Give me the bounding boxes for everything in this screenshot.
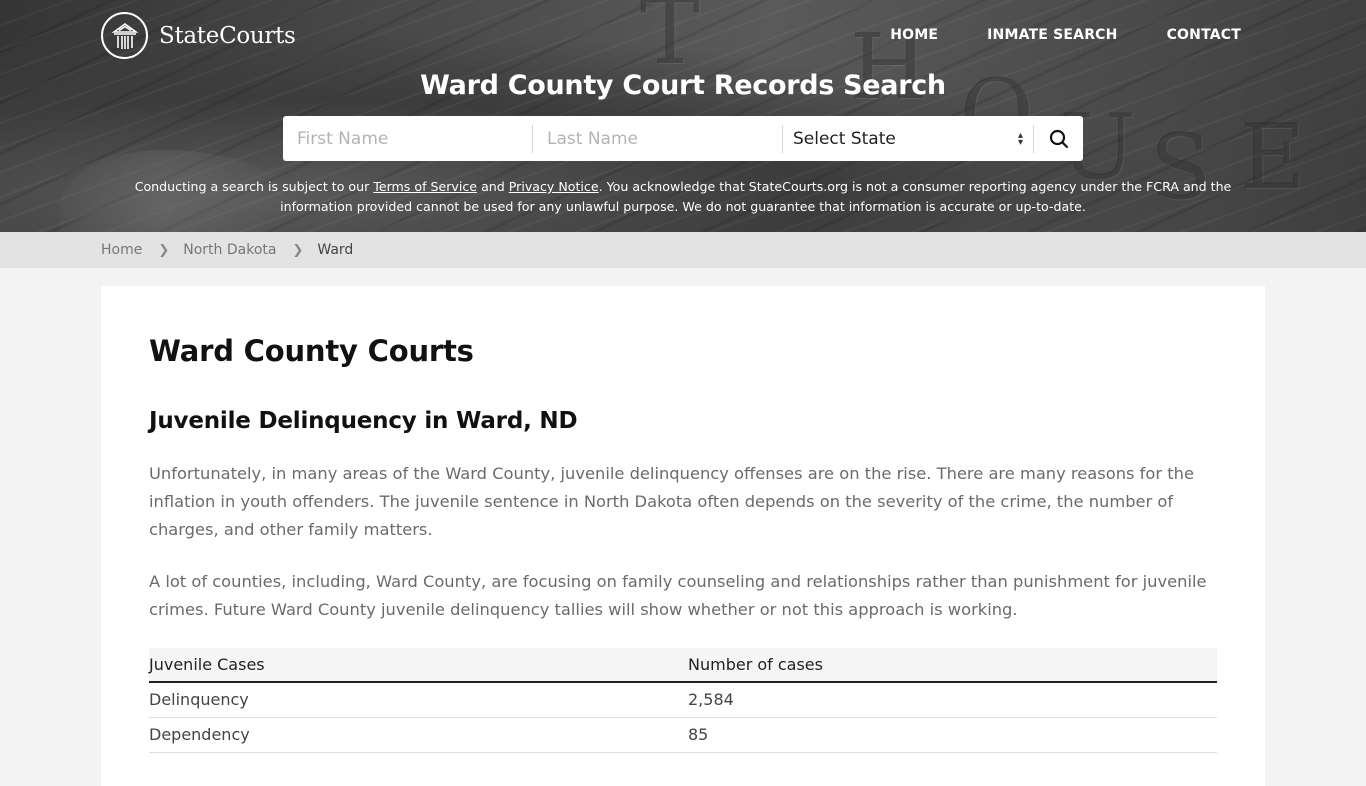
nav-inmate-search[interactable]: INMATE SEARCH	[987, 27, 1117, 43]
table-row: Dependency 85	[149, 717, 1217, 753]
breadcrumb-ward: Ward	[317, 242, 354, 258]
paragraph: Unfortunately, in many areas of the Ward…	[149, 464, 1194, 539]
logo-link[interactable]: StateCourts	[101, 12, 296, 59]
table-header-row: Juvenile Cases Number of cases	[149, 648, 1217, 683]
paragraph: A lot of counties, including, Ward Count…	[149, 572, 1207, 619]
disclaimer-text: and	[477, 179, 509, 194]
state-select-value: Select State	[793, 128, 896, 149]
column-header: Number of cases	[688, 648, 1217, 683]
column-header: Juvenile Cases	[149, 648, 688, 683]
select-arrows-icon: ▴ ▾	[1017, 129, 1023, 148]
logo-text: StateCourts	[159, 22, 296, 49]
case-type-cell: Dependency	[149, 717, 688, 753]
search-icon	[1049, 129, 1068, 148]
search-button[interactable]	[1034, 116, 1083, 161]
hero-title: Ward County Court Records Search	[420, 70, 946, 101]
state-select[interactable]: Select State ▴ ▾	[783, 116, 1033, 161]
background-decoration: E	[1240, 105, 1306, 210]
privacy-notice-link[interactable]: Privacy Notice	[509, 179, 599, 194]
case-count-cell: 85	[688, 717, 1217, 753]
table-row: Delinquency 2,584	[149, 682, 1217, 718]
disclaimer-text: Conducting a search is subject to our	[134, 179, 374, 194]
chevron-right-icon: ❯	[158, 242, 170, 258]
first-name-input[interactable]	[283, 116, 532, 161]
terms-of-service-link[interactable]: Terms of Service	[373, 179, 477, 194]
nav-home[interactable]: HOME	[890, 27, 938, 43]
main-nav: HOME INMATE SEARCH CONTACT	[841, 27, 1241, 43]
search-disclaimer: Conducting a search is subject to our Te…	[120, 177, 1246, 217]
content-card: Ward County Courts Juvenile Delinquency …	[101, 286, 1265, 786]
breadcrumb: Home ❯ North Dakota ❯ Ward	[0, 232, 1366, 268]
breadcrumb-home[interactable]: Home	[101, 242, 142, 258]
nav-contact[interactable]: CONTACT	[1167, 27, 1241, 43]
search-form: Select State ▴▾	[283, 116, 1083, 161]
page-title: Ward County Courts	[149, 334, 474, 368]
case-count-cell: 2,584	[688, 682, 1217, 718]
chevron-right-icon: ❯	[292, 242, 304, 258]
hero-header: T H O U S E StateCourts HOME INMATE SEAR…	[0, 0, 1366, 232]
last-name-input[interactable]	[533, 116, 782, 161]
section-title: Juvenile Delinquency in Ward, ND	[149, 408, 578, 434]
case-type-cell: Delinquency	[149, 682, 688, 718]
juvenile-cases-table: Juvenile Cases Number of cases Delinquen…	[149, 648, 1217, 753]
courthouse-icon	[101, 12, 148, 59]
breadcrumb-north-dakota[interactable]: North Dakota	[183, 242, 276, 258]
